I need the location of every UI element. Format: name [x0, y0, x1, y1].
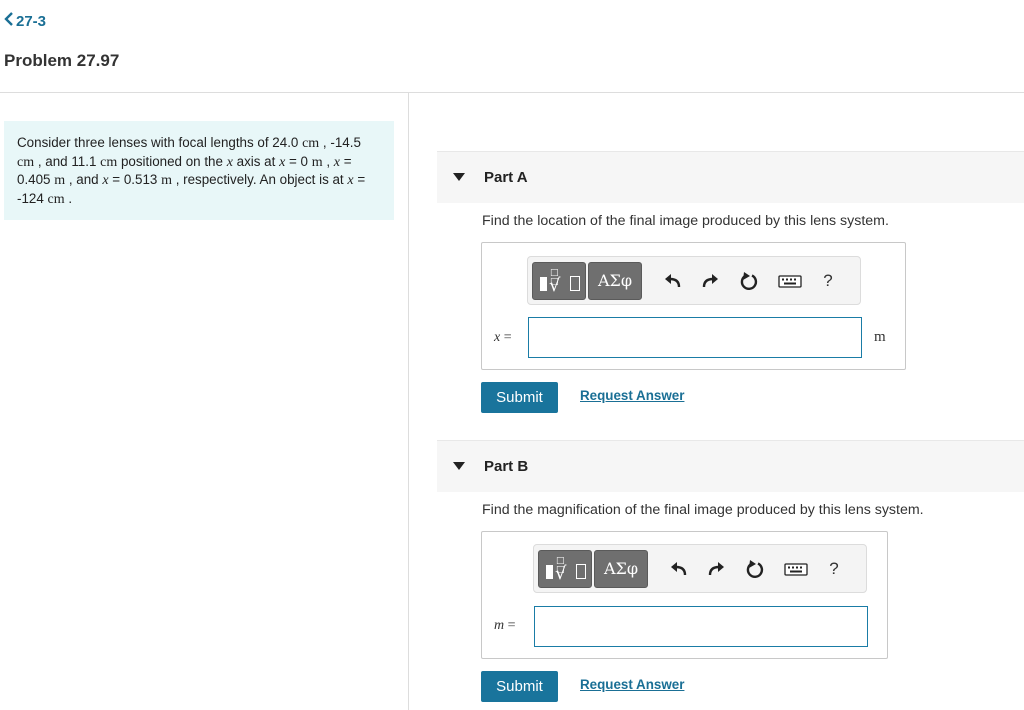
part-a-request-answer-link[interactable]: Request Answer: [580, 388, 684, 403]
greek-symbols-button[interactable]: ΑΣφ: [588, 262, 642, 300]
statement-text: positioned on the: [117, 153, 227, 169]
unit-label: m: [874, 329, 886, 345]
part-b-submit-button[interactable]: Submit: [481, 671, 558, 702]
redo-icon[interactable]: [700, 270, 720, 292]
part-b-label: Part B: [484, 458, 529, 475]
equals-sign: =: [507, 618, 516, 633]
undo-icon[interactable]: [663, 270, 683, 292]
help-button[interactable]: ?: [818, 270, 838, 292]
back-link[interactable]: 27-3: [4, 12, 46, 30]
statement-text: = 0: [285, 153, 312, 169]
variable-text: x: [494, 330, 501, 345]
problem-statement: Consider three lenses with focal lengths…: [4, 121, 394, 220]
collapse-triangle-icon[interactable]: [453, 462, 465, 470]
statement-text: = 0.513: [108, 172, 162, 187]
unit-text: m: [161, 173, 172, 188]
column-divider: [408, 93, 409, 710]
greek-symbols-button[interactable]: ΑΣφ: [594, 550, 648, 588]
templates-button[interactable]: □ □ √: [532, 262, 586, 300]
help-button[interactable]: ?: [824, 558, 844, 580]
part-b-answer-input[interactable]: [534, 606, 868, 647]
undo-icon[interactable]: [669, 558, 689, 580]
part-a-submit-button[interactable]: Submit: [481, 382, 558, 413]
variable-x-label: x =: [494, 330, 512, 346]
statement-text: , and 11.1: [34, 153, 101, 169]
equals-sign: =: [503, 330, 512, 345]
statement-text: ,: [322, 153, 334, 169]
templates-button[interactable]: □ □ √: [538, 550, 592, 588]
unit-text: m: [54, 173, 66, 188]
keyboard-icon[interactable]: [778, 270, 802, 292]
statement-text: .: [64, 190, 73, 206]
statement-text: , -14.5: [319, 135, 361, 150]
part-a-answer-box: □ □ √ ΑΣφ ? x = m: [481, 242, 906, 370]
statement-text: , respectively. An object is at: [171, 172, 348, 187]
statement-text: Consider three lenses with focal lengths…: [17, 135, 303, 150]
math-toolbar: □ □ √ ΑΣφ ?: [533, 544, 867, 593]
collapse-triangle-icon[interactable]: [453, 173, 465, 181]
problem-title: Problem 27.97: [4, 51, 120, 70]
reset-icon[interactable]: [739, 270, 759, 292]
chevron-left-icon: [4, 12, 16, 30]
statement-text: , and: [65, 172, 103, 187]
part-b-request-answer-link[interactable]: Request Answer: [580, 677, 684, 692]
header-divider: [0, 92, 1024, 93]
unit-text: cm: [47, 191, 65, 207]
part-a-prompt: Find the location of the final image pro…: [482, 213, 889, 229]
unit-text: cm: [302, 136, 320, 151]
redo-icon[interactable]: [706, 558, 726, 580]
unit-text: cm: [100, 154, 118, 170]
part-b-prompt: Find the magnification of the final imag…: [482, 502, 924, 518]
part-b-header[interactable]: Part B: [437, 440, 1024, 492]
unit-text: m: [311, 154, 323, 170]
variable-m-label: m =: [494, 618, 516, 634]
math-toolbar: □ □ √ ΑΣφ ?: [527, 256, 861, 305]
keyboard-icon[interactable]: [784, 558, 808, 580]
part-a-header[interactable]: Part A: [437, 151, 1024, 203]
part-a-answer-input[interactable]: [528, 317, 862, 358]
back-link-label: 27-3: [16, 13, 47, 30]
statement-text: axis at: [232, 153, 280, 169]
part-a-label: Part A: [484, 169, 528, 186]
reset-icon[interactable]: [745, 558, 765, 580]
unit-text: cm: [17, 154, 35, 170]
variable-text: m: [494, 618, 505, 633]
part-b-answer-box: □ □ √ ΑΣφ ? m =: [481, 531, 888, 659]
